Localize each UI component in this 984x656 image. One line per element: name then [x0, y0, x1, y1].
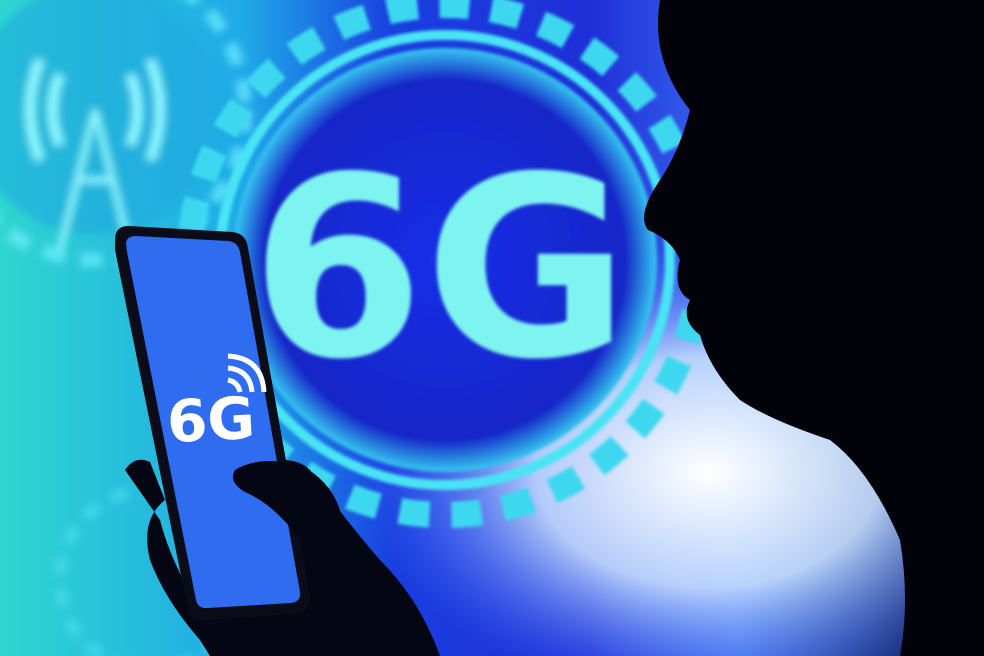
- phone-6g-label: 6G: [165, 384, 256, 457]
- scene-svg: 6G 6G: [0, 0, 984, 656]
- photo-6g-smartphone: 6G 6G: [0, 0, 984, 656]
- background-6g-label: 6G: [250, 123, 629, 414]
